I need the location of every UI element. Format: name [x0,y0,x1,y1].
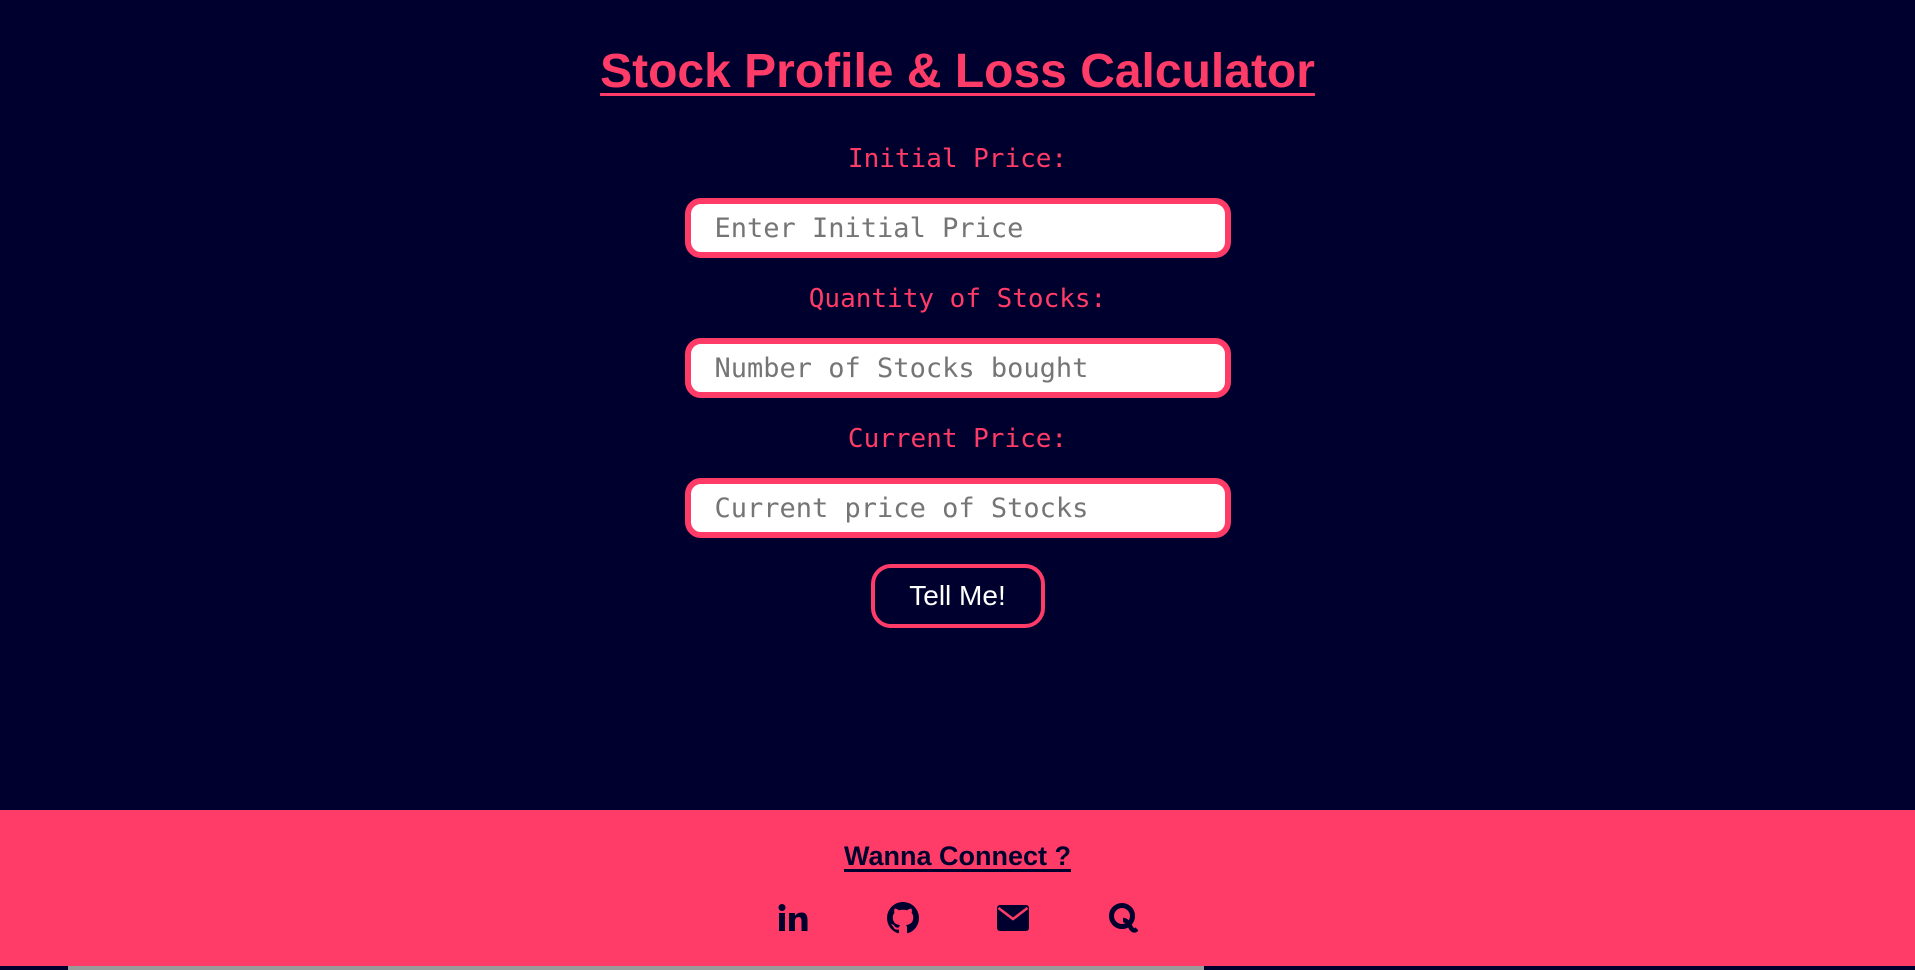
quora-icon [1108,903,1138,933]
initial-price-label: Initial Price: [847,144,1068,174]
mail-icon [996,905,1029,931]
quantity-label: Quantity of Stocks: [808,284,1107,314]
bottom-edge-segment [68,966,1204,970]
current-price-input[interactable] [684,478,1231,538]
current-price-label: Current Price: [847,424,1068,454]
quantity-input[interactable] [684,338,1231,398]
bottom-edge [0,966,1915,970]
social-links [775,900,1141,936]
linkedin-icon [778,904,807,931]
main-section: Stock Profile & Loss Calculator Initial … [0,0,1915,810]
tell-me-button[interactable]: Tell Me! [870,564,1045,628]
github-link[interactable] [885,900,921,936]
linkedin-link[interactable] [775,900,811,936]
quora-link[interactable] [1105,900,1141,936]
footer: Wanna Connect ? [0,810,1915,970]
initial-price-input[interactable] [684,198,1231,258]
footer-title: Wanna Connect ? [844,841,1071,871]
page-title: Stock Profile & Loss Calculator [600,45,1315,98]
mail-link[interactable] [995,900,1031,936]
github-icon [886,902,919,934]
